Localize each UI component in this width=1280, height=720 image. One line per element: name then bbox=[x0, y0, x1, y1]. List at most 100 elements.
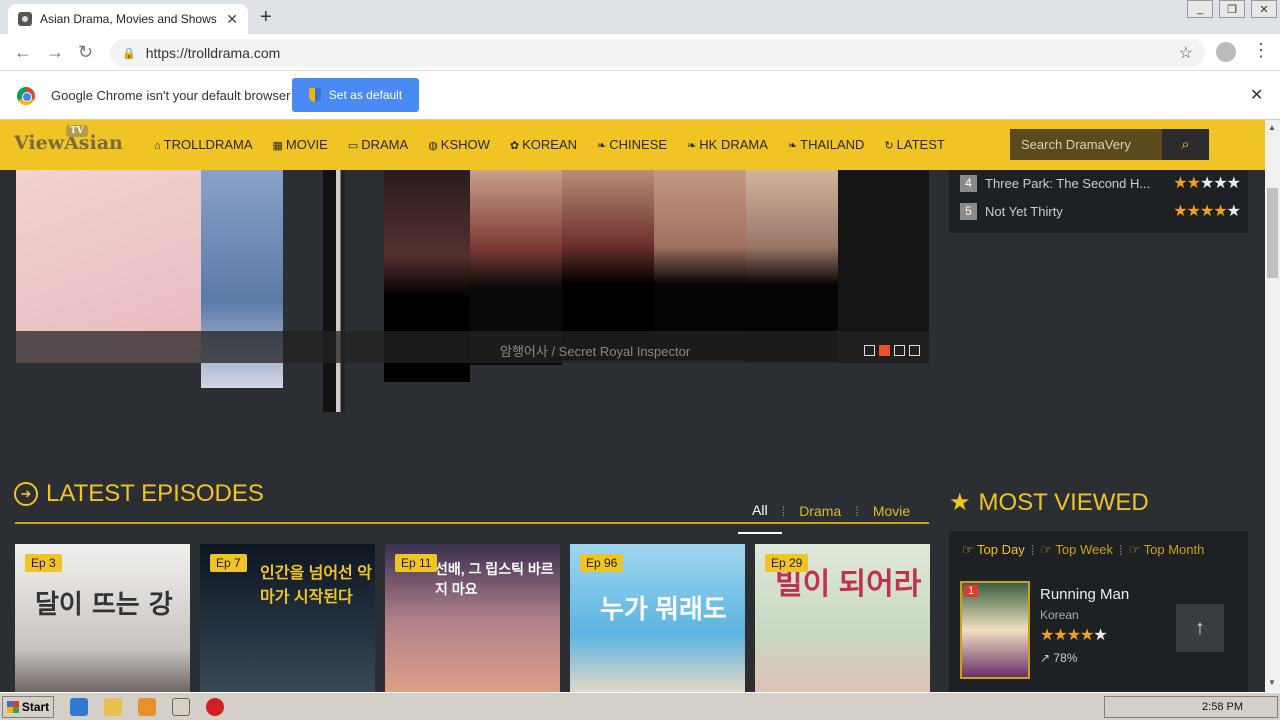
filter-tab-movie[interactable]: Movie bbox=[859, 503, 924, 519]
filter-tab-drama[interactable]: Drama bbox=[785, 503, 855, 519]
star-icon: ★ bbox=[1226, 203, 1241, 220]
reload-icon[interactable]: ↻ bbox=[78, 42, 93, 63]
nav-item[interactable]: ✿ KOREAN bbox=[510, 137, 577, 152]
star-icon: ★ bbox=[949, 489, 971, 516]
windows-taskbar: Start 2:58 PM bbox=[0, 692, 1280, 720]
rating-stars: ★★★★★ bbox=[1173, 173, 1241, 193]
star-icon: ★ bbox=[1213, 203, 1227, 220]
leaf-icon: ❧ bbox=[787, 140, 798, 152]
star-icon: ★ bbox=[1053, 627, 1067, 644]
site-logo[interactable]: ViewAsian TV bbox=[14, 125, 123, 154]
episode-card[interactable]: 누가 뭐래도 Ep 96 bbox=[570, 544, 745, 694]
page-scrollbar[interactable]: ▲ ▼ bbox=[1265, 120, 1280, 692]
rank-title[interactable]: Three Park: The Second H... bbox=[985, 176, 1150, 191]
slider-dot[interactable] bbox=[894, 345, 905, 356]
nav-item-label: HK DRAMA bbox=[699, 137, 768, 152]
forward-icon[interactable]: → bbox=[46, 42, 64, 63]
scroll-thumb[interactable] bbox=[1267, 188, 1278, 278]
star-icon: ★ bbox=[1173, 175, 1187, 192]
dribbble-icon: ◍ bbox=[428, 140, 438, 152]
site-header: ViewAsian TV ⌂ TROLLDRAMA ▦ MOVIE ▭ DRAMA ◍ KSH… bbox=[0, 120, 1265, 170]
slider-caption[interactable]: 암행어사 / Secret Royal Inspector bbox=[500, 341, 690, 360]
star-icon: ★ bbox=[1080, 627, 1094, 644]
section-divider bbox=[15, 522, 929, 524]
slider-dot[interactable] bbox=[864, 345, 875, 356]
nav-item[interactable]: ▦ MOVIE bbox=[273, 137, 328, 152]
scroll-up-icon[interactable]: ▲ bbox=[1268, 123, 1276, 132]
explorer-icon[interactable] bbox=[104, 698, 122, 716]
star-icon: ★ bbox=[1186, 203, 1201, 220]
ie-icon[interactable] bbox=[70, 698, 88, 716]
tab-top-month[interactable]: ☞ Top Month bbox=[1129, 542, 1205, 558]
browser-toolbar: ← → ↻ 🔒 https://trolldrama.com ☆ ⋮ bbox=[0, 34, 1280, 71]
system-tray: 2:58 PM bbox=[1104, 696, 1278, 718]
start-button[interactable]: Start bbox=[2, 696, 54, 718]
new-tab-icon[interactable]: + bbox=[260, 6, 272, 29]
infobar-message: Google Chrome isn't your default browser bbox=[51, 88, 291, 103]
episode-card[interactable]: 선배, 그 립스틱 바르지 마요 Ep 11 bbox=[385, 544, 560, 694]
tab-top-day[interactable]: ☞ Top Day bbox=[962, 542, 1025, 558]
episode-badge: Ep 96 bbox=[580, 554, 624, 572]
search-input[interactable] bbox=[1010, 129, 1162, 160]
profile-avatar-icon[interactable] bbox=[1216, 42, 1236, 62]
episode-badge: Ep 3 bbox=[25, 554, 62, 572]
chrome-menu-icon[interactable]: ⋮ bbox=[1252, 40, 1270, 61]
restore-icon[interactable]: ❐ bbox=[1219, 0, 1245, 18]
flower-icon: ✿ bbox=[509, 140, 520, 152]
browser-tab[interactable]: Asian Drama, Movies and Shows Eng ✕ bbox=[8, 4, 248, 34]
episode-card[interactable]: 달이 뜨는 강 Ep 3 bbox=[15, 544, 190, 694]
latest-episodes-title: LATEST EPISODES bbox=[46, 480, 264, 507]
rating-list-item[interactable]: 5 Not Yet Thirty ★★★★★ bbox=[960, 201, 1241, 221]
chrome-taskbar-icon[interactable] bbox=[172, 698, 190, 716]
star-icon: ★ bbox=[1093, 627, 1107, 644]
bookmark-star-icon[interactable]: ☆ bbox=[1179, 43, 1193, 63]
tab-close-icon[interactable]: ✕ bbox=[226, 11, 238, 28]
poster-title: 누가 뭐래도 bbox=[600, 594, 727, 624]
nav-item[interactable]: ❧ CHINESE bbox=[597, 137, 667, 152]
most-viewed-title: MOST VIEWED bbox=[978, 488, 1149, 516]
star-icon: ★ bbox=[1186, 175, 1201, 192]
film-icon: ▦ bbox=[272, 140, 283, 152]
set-as-default-button[interactable]: Set as default bbox=[292, 78, 419, 112]
star-icon: ★ bbox=[1199, 203, 1214, 220]
rank-title[interactable]: Not Yet Thirty bbox=[985, 204, 1150, 219]
search-icon[interactable]: ⌕ bbox=[1162, 129, 1209, 160]
poster-title: 달이 뜨는 강 bbox=[35, 590, 173, 620]
back-icon[interactable]: ← bbox=[14, 42, 32, 63]
slider-dot[interactable] bbox=[909, 345, 920, 356]
home-icon: ⌂ bbox=[154, 140, 161, 152]
infobar-close-icon[interactable]: ✕ bbox=[1250, 85, 1263, 105]
hero-slider[interactable]: 암행어사 / Secret Royal Inspector bbox=[16, 170, 929, 415]
episode-card[interactable]: 빌이 되어라 Ep 29 bbox=[755, 544, 930, 694]
most-viewed-rating: ★★★★★ bbox=[1040, 625, 1108, 645]
minimize-icon[interactable]: _ bbox=[1187, 0, 1213, 18]
most-viewed-heading: ★ MOST VIEWED bbox=[949, 488, 1149, 517]
address-url[interactable]: https://trolldrama.com bbox=[146, 45, 281, 61]
scroll-down-icon[interactable]: ▼ bbox=[1268, 678, 1276, 687]
most-viewed-poster[interactable]: 1 bbox=[960, 581, 1030, 679]
uac-shield-icon bbox=[308, 88, 321, 102]
search-box: ⌕ bbox=[1010, 129, 1209, 160]
slider-dot[interactable] bbox=[879, 345, 890, 356]
tab-top-week[interactable]: ☞ Top Week bbox=[1040, 542, 1113, 558]
nav-item[interactable]: ⌂ TROLLDRAMA bbox=[154, 137, 253, 152]
tab-label: Top Month bbox=[1143, 542, 1205, 557]
media-player-icon[interactable] bbox=[138, 698, 156, 716]
nav-item[interactable]: ❧ THAILAND bbox=[788, 137, 865, 152]
default-browser-infobar: Google Chrome isn't your default browser… bbox=[0, 71, 1280, 120]
lock-icon[interactable]: 🔒 bbox=[122, 47, 136, 60]
nav-item[interactable]: ↻ LATEST bbox=[884, 137, 944, 152]
filter-tab-all[interactable]: All bbox=[738, 502, 782, 534]
episode-card[interactable]: 인간을 넘어선 악마가 시작된다 Ep 7 bbox=[200, 544, 375, 694]
address-bar[interactable]: 🔒 https://trolldrama.com ☆ bbox=[110, 39, 1205, 67]
monitor-icon: ▭ bbox=[347, 140, 359, 152]
nav-item[interactable]: ◍ KSHOW bbox=[428, 137, 490, 152]
rating-list-item[interactable]: 4 Three Park: The Second H... ★★★★★ bbox=[960, 173, 1241, 193]
most-viewed-name[interactable]: Running Man bbox=[1040, 586, 1129, 603]
window-close-icon[interactable]: ✕ bbox=[1251, 0, 1277, 18]
back-to-top-button[interactable]: ↑ bbox=[1176, 604, 1224, 652]
nav-item[interactable]: ▭ DRAMA bbox=[348, 137, 408, 152]
star-icon: ★ bbox=[1173, 203, 1187, 220]
nav-item[interactable]: ❧ HK DRAMA bbox=[687, 137, 768, 152]
stop-icon[interactable] bbox=[206, 698, 224, 716]
